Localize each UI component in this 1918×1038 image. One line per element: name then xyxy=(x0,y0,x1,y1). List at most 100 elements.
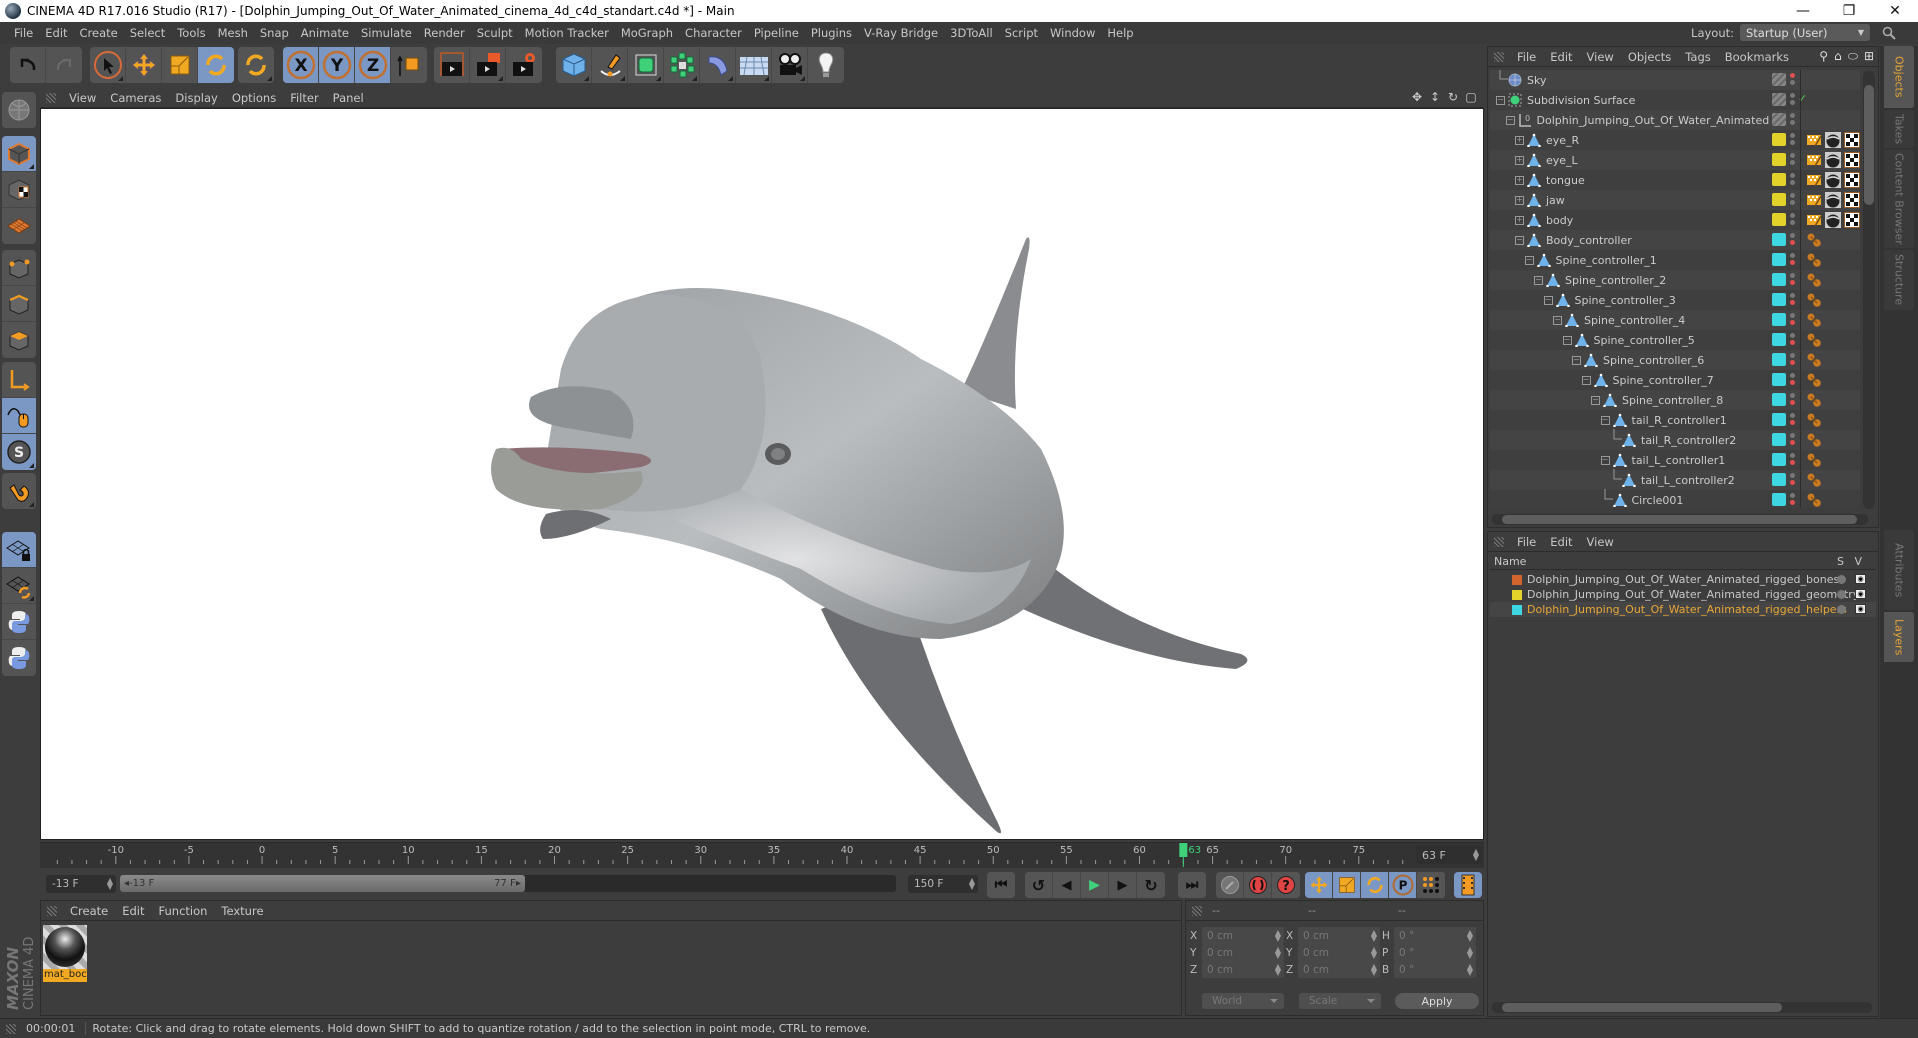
visibility-dot[interactable] xyxy=(1790,413,1795,418)
render-picture-viewer-button[interactable] xyxy=(470,47,506,83)
eye-icon[interactable]: ◉ xyxy=(1855,604,1866,614)
object-horizontal-scrollbar[interactable] xyxy=(1492,514,1868,525)
menu-file[interactable]: File xyxy=(8,26,39,40)
points-mode-button[interactable] xyxy=(2,250,36,286)
tweak-mode-button[interactable] xyxy=(2,398,36,434)
menu-snap[interactable]: Snap xyxy=(254,26,295,40)
visibility-dot[interactable] xyxy=(1790,140,1795,145)
layer-color-swatch[interactable] xyxy=(1772,93,1786,106)
visibility-dot[interactable] xyxy=(1790,313,1795,318)
scale-key-button[interactable] xyxy=(1333,872,1361,898)
object-row[interactable]: − Spine_controller_6 xyxy=(1490,350,1860,370)
visibility-dots[interactable] xyxy=(1790,313,1796,327)
light-button[interactable] xyxy=(808,47,844,83)
python-script-button-2[interactable] xyxy=(2,640,36,676)
visibility-dots[interactable] xyxy=(1790,333,1796,347)
spinner-icon[interactable]: ▲ ▼ xyxy=(107,877,113,891)
maximize-view-icon[interactable]: ▢ xyxy=(1464,90,1478,104)
new-window-icon[interactable]: ⊞ xyxy=(1864,49,1874,64)
weight-tag-icon[interactable] xyxy=(1806,352,1822,368)
visibility-dot[interactable] xyxy=(1790,480,1795,485)
visibility-dots[interactable] xyxy=(1790,453,1796,467)
live-selection-button[interactable] xyxy=(90,47,126,83)
collapse-icon[interactable]: − xyxy=(1600,415,1610,425)
render-settings-button[interactable] xyxy=(506,47,542,83)
object-row[interactable]: + eye_L xyxy=(1490,150,1860,170)
layer-color-swatch[interactable] xyxy=(1772,133,1786,146)
layer-color-swatch[interactable] xyxy=(1772,313,1786,326)
weight-tag-icon[interactable] xyxy=(1806,472,1822,488)
scrollbar-thumb[interactable] xyxy=(1864,85,1874,205)
rotation-key-button[interactable] xyxy=(1361,872,1389,898)
object-menu-view[interactable]: View xyxy=(1580,50,1621,64)
object-name[interactable]: Circle001 xyxy=(1632,494,1684,507)
collapse-icon[interactable]: − xyxy=(1534,275,1543,285)
dolly-view-icon[interactable]: ↕ xyxy=(1428,90,1442,104)
visibility-dot[interactable] xyxy=(1790,113,1795,118)
object-name[interactable]: Sky xyxy=(1527,74,1546,87)
object-row[interactable]: − Spine_controller_8 xyxy=(1490,390,1860,410)
object-name[interactable]: Subdivision Surface xyxy=(1527,94,1635,107)
object-name[interactable]: Spine_controller_7 xyxy=(1613,374,1714,387)
param-key-button[interactable]: P xyxy=(1389,872,1417,898)
viewport-menu-filter[interactable]: Filter xyxy=(283,91,325,105)
prev-key-button[interactable]: ↺ xyxy=(1025,872,1053,898)
layer-color-swatch[interactable] xyxy=(1772,193,1786,206)
visibility-dots[interactable] xyxy=(1790,393,1796,407)
panel-grip-icon[interactable] xyxy=(46,92,56,103)
visibility-dot[interactable] xyxy=(1790,180,1795,185)
menu-plugins[interactable]: Plugins xyxy=(805,26,858,40)
prev-frame-button[interactable]: ◀ xyxy=(1053,872,1081,898)
arrow-right-icon[interactable]: ▸ xyxy=(516,878,521,889)
object-name[interactable]: Spine_controller_8 xyxy=(1622,394,1723,407)
visibility-dots[interactable] xyxy=(1790,153,1796,167)
timeline-button[interactable] xyxy=(1454,872,1482,898)
layer-name[interactable]: Dolphin_Jumping_Out_Of_Water_Animated_ri… xyxy=(1527,603,1847,616)
move-view-icon[interactable]: ✥ xyxy=(1410,90,1424,104)
axis-mode-button[interactable] xyxy=(2,362,36,398)
name-column-header[interactable]: Name xyxy=(1490,555,1526,568)
visibility-dot[interactable] xyxy=(1790,300,1795,305)
eye-icon[interactable]: ◉ xyxy=(1855,574,1866,584)
menu-help[interactable]: Help xyxy=(1101,26,1139,40)
visibility-dot[interactable] xyxy=(1790,160,1795,165)
material-menu-texture[interactable]: Texture xyxy=(214,904,270,918)
go-to-start-button[interactable]: ⏮ xyxy=(987,872,1015,898)
layer-menu-file[interactable]: File xyxy=(1510,535,1543,549)
collapse-icon[interactable]: − xyxy=(1543,295,1553,305)
object-name[interactable]: eye_R xyxy=(1546,134,1579,147)
object-menu-bookmarks[interactable]: Bookmarks xyxy=(1718,50,1796,64)
layer-color-swatch[interactable] xyxy=(1772,253,1786,266)
render-view-button[interactable] xyxy=(434,47,470,83)
collapse-icon[interactable]: − xyxy=(1524,255,1534,265)
object-vertical-scrollbar[interactable] xyxy=(1863,71,1875,509)
visibility-dot[interactable] xyxy=(1790,320,1795,325)
object-row[interactable]: + eye_R xyxy=(1490,130,1860,150)
menu-3dtoall[interactable]: 3DToAll xyxy=(944,26,999,40)
menu-sculpt[interactable]: Sculpt xyxy=(471,26,519,40)
object-name[interactable]: Spine_controller_2 xyxy=(1565,274,1666,287)
object-name[interactable]: Spine_controller_6 xyxy=(1603,354,1704,367)
coordinate-mode-dropdown[interactable]: Scale xyxy=(1299,993,1381,1009)
uvw-tag-icon[interactable] xyxy=(1844,192,1860,208)
menu-tools[interactable]: Tools xyxy=(171,26,211,40)
weight-tag-icon[interactable] xyxy=(1806,272,1822,288)
weight-tag-icon[interactable] xyxy=(1806,312,1822,328)
visibility-dot[interactable] xyxy=(1790,100,1795,105)
move-button[interactable] xyxy=(126,47,162,83)
skin-tag-icon[interactable] xyxy=(1806,212,1822,228)
material-menu-edit[interactable]: Edit xyxy=(115,904,151,918)
weight-tag-icon[interactable] xyxy=(1806,372,1822,388)
spinner-icon[interactable]: ▲ ▼ xyxy=(1467,963,1473,977)
skin-tag-icon[interactable] xyxy=(1806,172,1822,188)
workplane-mode-button[interactable] xyxy=(2,208,36,244)
object-row[interactable]: − Spine_controller_4 xyxy=(1490,310,1860,330)
visibility-dots[interactable] xyxy=(1790,93,1796,107)
expand-icon[interactable]: + xyxy=(1515,175,1524,185)
layer-color-swatch[interactable] xyxy=(1772,353,1786,366)
visibility-dot[interactable] xyxy=(1790,253,1795,258)
eye-icon[interactable]: ◉ xyxy=(1855,589,1866,599)
layout-dropdown[interactable]: Startup (User) ▼ xyxy=(1740,24,1870,41)
spinner-icon[interactable]: ▲ ▼ xyxy=(1467,929,1473,943)
workplane-lock-button[interactable] xyxy=(2,532,36,568)
